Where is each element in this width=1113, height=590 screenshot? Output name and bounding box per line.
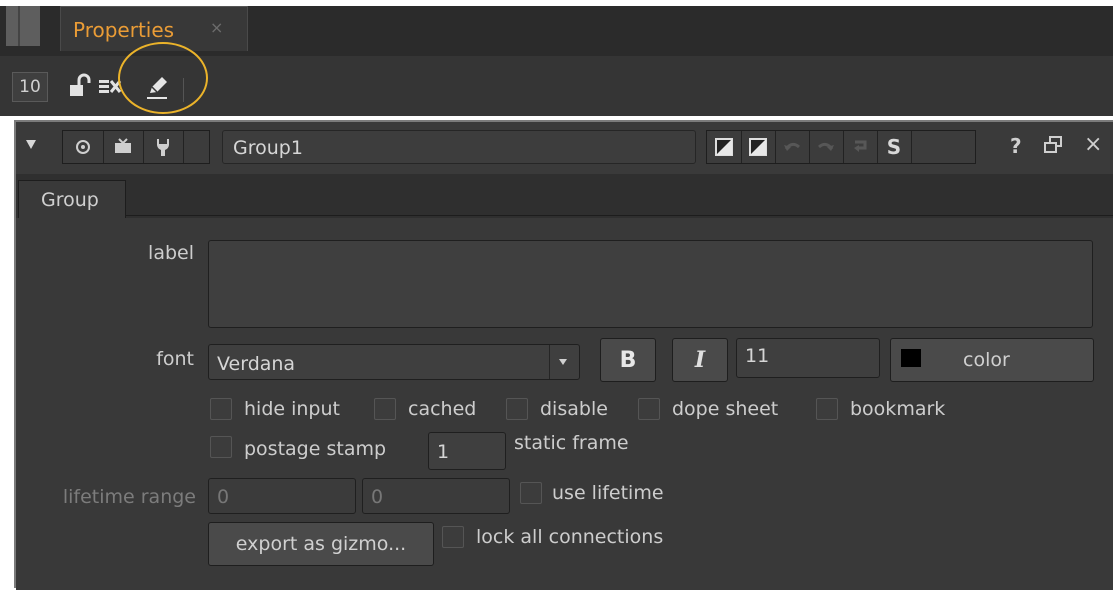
help-icon[interactable]: ? (1010, 134, 1022, 158)
bookmark-label: bookmark (850, 398, 946, 420)
bold-button[interactable]: B (600, 338, 656, 382)
use-lifetime-label: use lifetime (552, 482, 664, 504)
node-properties-panel: Group1 S ? × Group label font Verdana B … (14, 120, 1113, 590)
wrench-icon[interactable] (143, 131, 184, 163)
tab-title: Properties (73, 18, 175, 42)
hide-input-label: hide input (244, 398, 340, 420)
max-panels-input[interactable]: 10 (12, 72, 48, 102)
lifetime-start-input[interactable]: 0 (208, 478, 356, 514)
dope-sheet-checkbox[interactable] (638, 398, 660, 420)
lock-icon[interactable] (66, 72, 96, 102)
lifetime-range-label: lifetime range (62, 486, 196, 508)
color-swatch (901, 349, 921, 367)
knob-tabs: Group (16, 174, 1113, 218)
static-frame-label: static frame (514, 432, 629, 454)
gl-color-icon[interactable] (741, 131, 776, 163)
properties-window: Properties × 10 Group1 S ? × Group label… (0, 0, 1113, 590)
tab-close-icon[interactable]: × (210, 18, 223, 37)
static-frame-input[interactable]: 1 (428, 432, 506, 470)
font-size-input[interactable]: 11 (736, 338, 880, 378)
knobs-area: label font Verdana B I 11 color hide inp… (16, 218, 1113, 590)
dropdown-arrow-icon (559, 359, 567, 365)
s-icon[interactable]: S (877, 131, 912, 163)
node-name-input[interactable]: Group1 (222, 130, 696, 164)
dropdown-divider (549, 345, 550, 379)
float-icon[interactable] (1044, 136, 1062, 154)
undo-icon (775, 131, 810, 163)
dope-sheet-label: dope sheet (672, 398, 779, 420)
color-button-label: color (963, 349, 1010, 371)
viewer-icon[interactable] (63, 131, 104, 163)
label-textarea[interactable] (208, 240, 1093, 328)
header-buttons-left (62, 130, 210, 164)
pane-menu-grip-icon[interactable] (6, 6, 40, 46)
cached-label: cached (408, 398, 477, 420)
font-knob-label: font (156, 348, 194, 370)
node-color-icon[interactable] (707, 131, 742, 163)
hide-input-checkbox[interactable] (210, 398, 232, 420)
lock-connections-checkbox[interactable] (442, 526, 464, 548)
disable-label: disable (540, 398, 608, 420)
redo-icon (809, 131, 844, 163)
disable-checkbox[interactable] (506, 398, 528, 420)
bookmark-checkbox[interactable] (816, 398, 838, 420)
font-family-value: Verdana (217, 353, 296, 375)
export-as-gizmo-button[interactable]: export as gizmo... (208, 522, 434, 566)
annotation-highlight-circle (118, 42, 208, 114)
use-lifetime-checkbox[interactable] (520, 482, 542, 504)
cached-checkbox[interactable] (374, 398, 396, 420)
label-knob-label: label (148, 242, 194, 264)
postage-stamp-checkbox[interactable] (210, 436, 232, 458)
postage-stamp-label: postage stamp (244, 438, 387, 460)
lifetime-end-input[interactable]: 0 (362, 478, 510, 514)
header-buttons-right: S (706, 130, 976, 164)
tv-icon[interactable] (103, 131, 144, 163)
panel-header: Group1 S ? × (16, 122, 1113, 174)
close-icon[interactable]: × (1084, 132, 1102, 157)
italic-button[interactable]: I (672, 338, 728, 382)
revert-icon (843, 131, 878, 163)
tab-group[interactable]: Group (18, 180, 126, 218)
font-family-dropdown[interactable]: Verdana (208, 344, 580, 380)
font-color-button[interactable]: color (890, 338, 1094, 382)
lock-connections-label: lock all connections (476, 526, 664, 548)
collapse-arrow-icon[interactable] (26, 140, 36, 149)
